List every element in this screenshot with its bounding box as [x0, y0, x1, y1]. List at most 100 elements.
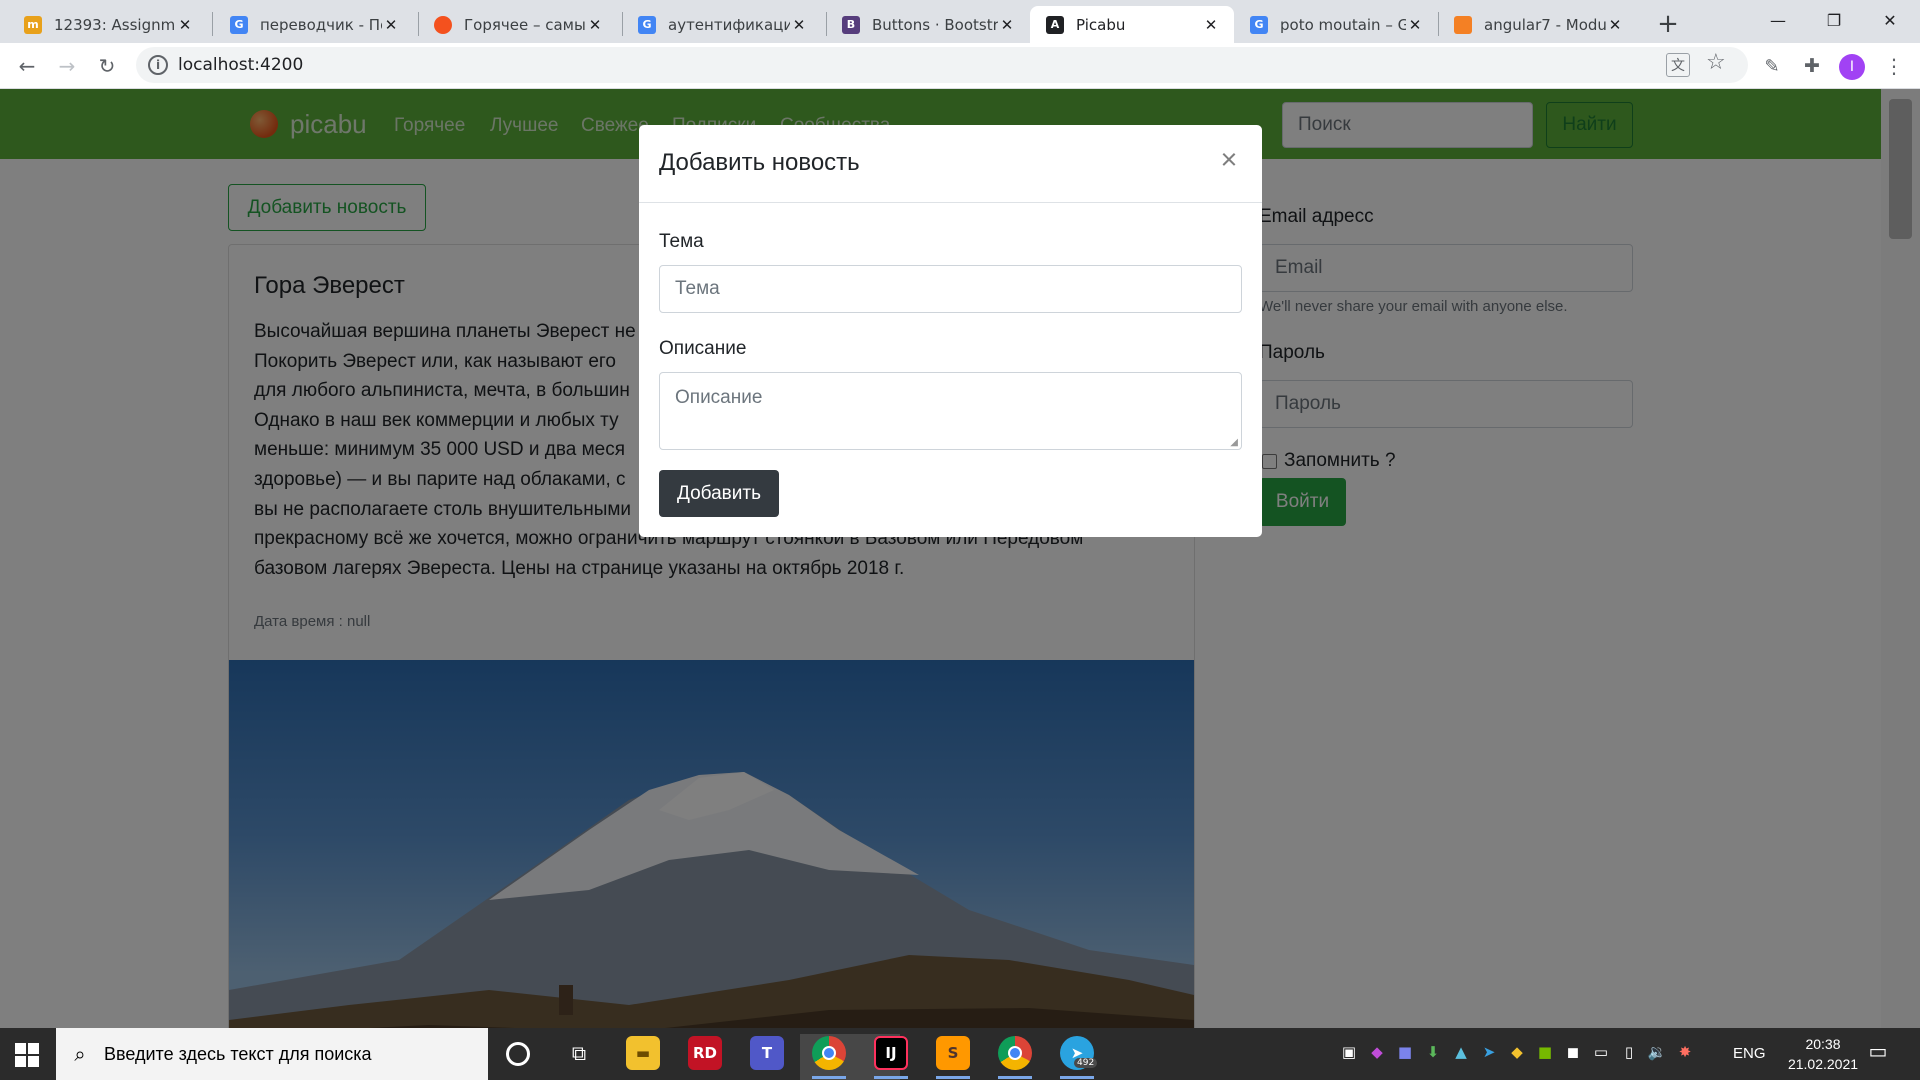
close-icon[interactable]: ✕ [1606, 16, 1624, 34]
chrome-icon[interactable] [812, 1036, 846, 1070]
info-icon[interactable]: i [148, 55, 168, 75]
forward-icon[interactable]: → [51, 50, 83, 82]
description-textarea[interactable]: Описание ◢ [659, 372, 1242, 450]
language-indicator[interactable]: ENG [1733, 1045, 1766, 1062]
tab-title: Горячее – самые [464, 15, 586, 34]
star-icon[interactable]: ☆ [1706, 50, 1726, 75]
telegram-tray-icon[interactable]: ➤ [1478, 1041, 1500, 1063]
clock[interactable]: 20:38 21.02.2021 [1778, 1034, 1868, 1074]
tab-title: аутентификация [668, 15, 790, 34]
reload-icon[interactable]: ↻ [91, 50, 123, 82]
browser-tab[interactable]: G poto moutain – Go ✕ [1234, 6, 1438, 43]
modal-title: Добавить новость [659, 149, 860, 176]
new-tab-icon[interactable]: + [1652, 8, 1684, 40]
description-label: Описание [659, 338, 747, 359]
browser-tab-active[interactable]: A Picabu ✕ [1030, 6, 1234, 43]
battery-icon[interactable]: ▭ [1590, 1041, 1612, 1063]
volume-icon[interactable]: 🔉 [1646, 1041, 1668, 1063]
cortana-icon[interactable] [506, 1042, 530, 1066]
browser-tab[interactable]: G аутентификация ✕ [622, 6, 822, 43]
stackoverflow-icon [1454, 15, 1472, 34]
tab-title: Buttons · Bootstrap [872, 15, 998, 34]
nvidia-tray-icon[interactable]: ■ [1534, 1041, 1556, 1063]
tab-title: переводчик - Пои [260, 15, 382, 34]
tab-title: Picabu [1076, 15, 1126, 34]
close-icon[interactable]: ✕ [382, 16, 400, 34]
browser-tab[interactable]: m 12393: Assignment ✕ [8, 6, 208, 43]
sublime-text-icon[interactable]: S [936, 1036, 970, 1070]
running-indicator [874, 1076, 908, 1079]
app-tray-icon[interactable]: ◆ [1366, 1041, 1388, 1063]
close-icon[interactable]: ✕ [1406, 16, 1424, 34]
download-tray-icon[interactable]: ⬇ [1422, 1041, 1444, 1063]
running-indicator [812, 1076, 846, 1079]
close-icon[interactable]: ✕ [790, 16, 808, 34]
add-button[interactable]: Добавить [659, 470, 779, 517]
tab-title: angular7 - Module [1484, 15, 1606, 34]
profile-avatar[interactable]: I [1839, 54, 1865, 80]
network-icon[interactable]: ▯ [1618, 1041, 1640, 1063]
search-icon: ⌕ [74, 1042, 86, 1066]
chrome-icon[interactable] [998, 1036, 1032, 1070]
clock-time: 20:38 [1805, 1036, 1841, 1052]
bootstrap-icon: B [842, 15, 860, 34]
tab-title: poto moutain – Go [1280, 15, 1406, 34]
close-icon[interactable]: ✕ [176, 16, 194, 34]
tab-separator [212, 12, 213, 36]
teams-icon[interactable]: T [750, 1036, 784, 1070]
close-icon[interactable]: × [1214, 144, 1244, 176]
topic-label: Тема [659, 231, 704, 252]
drive-tray-icon[interactable]: ▲ [1450, 1041, 1472, 1063]
task-view-icon[interactable]: ⧉ [568, 1041, 590, 1065]
resize-handle-icon[interactable]: ◢ [1230, 437, 1238, 448]
running-indicator [1060, 1076, 1094, 1079]
windows-start-icon[interactable] [14, 1042, 40, 1068]
intellij-icon[interactable]: IJ [874, 1036, 908, 1070]
page-viewport: picabu Горячее Лучшее Свежее Подписки Со… [0, 89, 1881, 1028]
scrollbar-thumb[interactable] [1889, 99, 1912, 239]
tab-title: 12393: Assignment [54, 15, 176, 34]
pikabu-icon [434, 15, 452, 34]
close-icon[interactable]: ✕ [1202, 16, 1220, 34]
add-news-modal: Добавить новость × Тема Тема Описание Оп… [639, 125, 1262, 537]
modal-divider [639, 202, 1262, 203]
address-bar[interactable]: i localhost:4200 文 ☆ [136, 47, 1748, 83]
google-icon: G [1250, 15, 1268, 34]
clock-date: 21.02.2021 [1787, 1056, 1859, 1072]
browser-tab[interactable]: Горячее – самые ✕ [418, 6, 618, 43]
tray-app-icon[interactable]: ◼ [1562, 1041, 1584, 1063]
notification-app-icon[interactable]: ✸ [1674, 1041, 1696, 1063]
browser-tab[interactable]: B Buttons · Bootstrap ✕ [826, 6, 1030, 43]
menu-icon[interactable]: ⋮ [1878, 50, 1910, 82]
url-text: localhost:4200 [178, 55, 304, 75]
telegram-badge: 492 [1074, 1058, 1098, 1068]
browser-tab[interactable]: angular7 - Module ✕ [1438, 6, 1638, 43]
window-close-icon[interactable]: ✕ [1858, 0, 1920, 40]
action-center-icon[interactable]: ▭ [1867, 1039, 1889, 1063]
rider-icon[interactable]: RD [688, 1036, 722, 1070]
wifi-tray-icon[interactable]: ◆ [1506, 1041, 1528, 1063]
description-placeholder: Описание [675, 387, 763, 408]
running-indicator [936, 1076, 970, 1079]
page-scrollbar[interactable] [1881, 89, 1920, 1028]
extensions-icon[interactable]: ✚ [1796, 50, 1828, 82]
teams-tray-icon[interactable]: ■ [1394, 1041, 1416, 1063]
file-explorer-icon[interactable]: ▬ [626, 1036, 660, 1070]
close-icon[interactable]: ✕ [998, 16, 1016, 34]
angular-icon: A [1046, 15, 1064, 34]
taskbar-search-placeholder: Введите здесь текст для поиска [104, 1043, 372, 1064]
meet-now-icon[interactable]: ▣ [1338, 1041, 1360, 1063]
topic-input[interactable]: Тема [659, 265, 1242, 313]
translate-icon[interactable]: 文 [1666, 53, 1690, 77]
back-icon[interactable]: ← [11, 50, 43, 82]
taskbar-search-box[interactable]: ⌕ Введите здесь текст для поиска [56, 1028, 488, 1080]
google-icon: G [230, 15, 248, 34]
google-icon: G [638, 15, 656, 34]
minimize-icon[interactable]: — [1746, 0, 1810, 40]
browser-tab[interactable]: G переводчик - Пои ✕ [214, 6, 414, 43]
close-icon[interactable]: ✕ [586, 16, 604, 34]
restore-icon[interactable]: ❐ [1802, 0, 1866, 40]
running-indicator [998, 1076, 1032, 1079]
eyedropper-icon[interactable]: ✎ [1756, 50, 1788, 82]
tab-favicon: m [24, 15, 42, 34]
